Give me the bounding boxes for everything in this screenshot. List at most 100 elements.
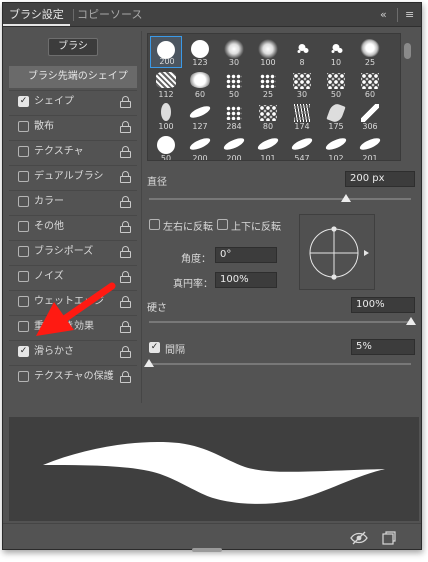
option-checkbox[interactable] <box>18 196 29 207</box>
lock-icon[interactable] <box>120 246 131 258</box>
hardness-slider[interactable] <box>149 321 411 323</box>
diameter-slider[interactable] <box>149 198 411 200</box>
brush-preset[interactable]: 101 <box>252 132 284 160</box>
brush-option-row[interactable]: テクスチャの保護 <box>9 365 137 387</box>
spacing-checkbox[interactable]: ✓ <box>149 342 160 353</box>
brush-option-row[interactable]: ウェットエッジ <box>9 290 137 312</box>
diameter-label: 直径 <box>147 177 167 188</box>
panel-menu-icon[interactable]: ≡ <box>405 8 414 21</box>
brush-preset[interactable]: 175 <box>320 100 352 132</box>
angle-field[interactable]: 0° <box>215 247 277 263</box>
brush-option-row[interactable]: テクスチャ <box>9 140 137 162</box>
option-checkbox[interactable] <box>18 321 29 332</box>
brush-preset[interactable]: 200 <box>184 132 216 160</box>
brush-preset[interactable]: 102 <box>320 132 352 160</box>
brush-preset[interactable]: 30 <box>218 36 250 68</box>
brush-preset[interactable]: 60 <box>184 68 216 100</box>
brush-option-row[interactable]: カラー <box>9 190 137 212</box>
brush-preset[interactable]: 80 <box>252 100 284 132</box>
brush-option-row[interactable]: ✓ 滑らかさ <box>9 340 137 362</box>
option-checkbox[interactable]: ✓ <box>18 346 29 357</box>
lock-icon[interactable] <box>120 346 131 358</box>
brush-preset[interactable]: 50 <box>218 68 250 100</box>
lock-icon[interactable] <box>120 96 131 108</box>
brush-preset[interactable]: 112 <box>150 68 182 100</box>
brush-preset[interactable]: 25 <box>354 36 386 68</box>
tab-clone-source[interactable]: コピーソース <box>71 3 148 27</box>
brush-thumbnail <box>361 104 379 122</box>
brush-thumbnail <box>156 72 176 88</box>
lock-icon[interactable] <box>120 146 131 158</box>
option-checkbox[interactable]: ✓ <box>18 96 29 107</box>
brush-thumbnail <box>290 136 314 152</box>
brush-preset[interactable]: 25 <box>252 68 284 100</box>
preset-scrollbar[interactable] <box>403 35 413 159</box>
brush-preset[interactable]: 10 <box>320 36 352 68</box>
lock-icon[interactable] <box>120 321 131 333</box>
lock-icon[interactable] <box>120 221 131 233</box>
option-checkbox[interactable] <box>18 146 29 157</box>
diameter-slider-handle[interactable] <box>340 194 351 202</box>
angle-roundness-widget[interactable] <box>299 214 375 290</box>
brush-preset[interactable]: 174 <box>286 100 318 132</box>
lock-icon[interactable] <box>120 196 131 208</box>
angle-dial-icon <box>309 226 369 280</box>
hardness-field[interactable]: 100% <box>351 297 415 313</box>
brush-size-label: 127 <box>192 122 208 131</box>
brush-option-row[interactable]: ノイズ <box>9 265 137 287</box>
brush-option-row[interactable]: デュアルブラシ <box>9 165 137 187</box>
brushes-button[interactable]: ブラシ <box>48 38 98 56</box>
brush-option-row[interactable]: その他 <box>9 215 137 237</box>
option-label: 重ね描き効果 <box>34 321 94 332</box>
option-checkbox[interactable] <box>18 296 29 307</box>
brush-preset[interactable]: 306 <box>354 100 386 132</box>
tab-brush-settings[interactable]: ブラシ設定 <box>3 3 70 26</box>
brush-tip-shape-item[interactable]: ブラシ先端のシェイプ <box>9 66 137 88</box>
flip-x-checkbox[interactable] <box>149 219 160 230</box>
collapse-icon[interactable]: « <box>380 8 387 21</box>
flip-y-checkbox[interactable] <box>217 219 228 230</box>
option-checkbox[interactable] <box>18 121 29 132</box>
option-checkbox[interactable] <box>18 221 29 232</box>
brush-preset[interactable]: 200 <box>150 36 182 68</box>
brush-option-row[interactable]: ブラシポーズ <box>9 240 137 262</box>
preset-scroll-thumb[interactable] <box>404 43 411 59</box>
brush-preset[interactable]: 127 <box>184 100 216 132</box>
option-label: 滑らかさ <box>34 346 74 357</box>
brush-preset[interactable]: 30 <box>286 68 318 100</box>
brush-preset[interactable]: 50 <box>320 68 352 100</box>
lock-icon[interactable] <box>120 171 131 183</box>
option-checkbox[interactable] <box>18 171 29 182</box>
brush-option-row[interactable]: ✓ シェイプ <box>9 90 137 112</box>
lock-icon[interactable] <box>120 121 131 133</box>
roundness-field[interactable]: 100% <box>215 272 277 288</box>
spacing-field[interactable]: 5% <box>351 339 415 355</box>
hardness-slider-handle[interactable] <box>406 317 416 325</box>
brush-option-row[interactable]: 重ね描き効果 <box>9 315 137 337</box>
spacing-slider-handle[interactable] <box>144 359 154 367</box>
option-label: その他 <box>34 221 64 232</box>
brush-preset[interactable]: 284 <box>218 100 250 132</box>
option-checkbox[interactable] <box>18 246 29 257</box>
diameter-field[interactable]: 200 px <box>345 171 415 187</box>
new-preset-icon[interactable] <box>381 530 397 546</box>
brush-option-row[interactable]: 散布 <box>9 115 137 137</box>
eye-slash-icon[interactable] <box>349 530 369 546</box>
brush-preset[interactable]: 8 <box>286 36 318 68</box>
brush-preset[interactable]: 50 <box>150 132 182 160</box>
lock-icon[interactable] <box>120 296 131 308</box>
brush-thumbnail <box>188 104 212 120</box>
spacing-slider[interactable] <box>149 363 411 365</box>
brush-preset[interactable]: 123 <box>184 36 216 68</box>
lock-icon[interactable] <box>120 271 131 283</box>
option-checkbox[interactable] <box>18 371 29 382</box>
bottom-toolbar <box>3 523 421 549</box>
brush-preset[interactable]: 100 <box>150 100 182 132</box>
brush-preset[interactable]: 547 <box>286 132 318 160</box>
option-checkbox[interactable] <box>18 271 29 282</box>
brush-preset[interactable]: 201 <box>354 132 386 160</box>
lock-icon[interactable] <box>120 371 131 383</box>
brush-preset[interactable]: 200 <box>218 132 250 160</box>
brush-preset[interactable]: 60 <box>354 68 386 100</box>
brush-preset[interactable]: 100 <box>252 36 284 68</box>
